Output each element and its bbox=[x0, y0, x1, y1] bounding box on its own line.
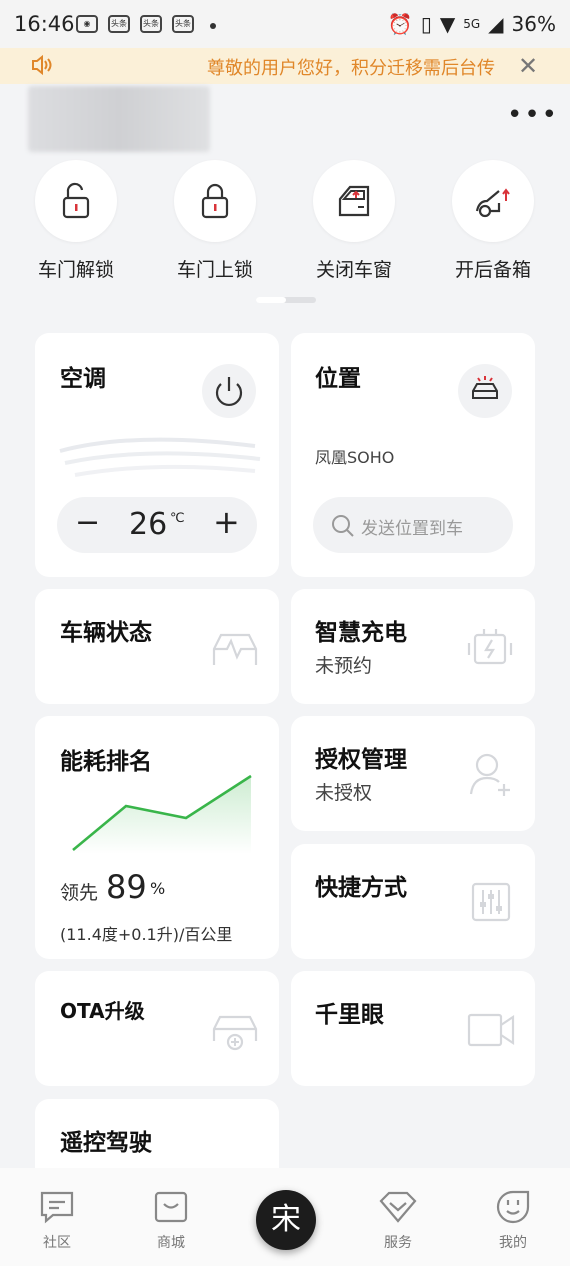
car-alert-icon bbox=[472, 376, 498, 399]
charger-icon bbox=[467, 629, 513, 665]
energy-ranking-title: 能耗排名 bbox=[60, 749, 152, 775]
banner-text: 尊敬的用户您好，积分迁移需后台传 bbox=[207, 58, 495, 79]
notification-icon: 头条 bbox=[108, 15, 130, 33]
energy-ranking-card[interactable]: 能耗排名 领先 89 % (11.4度+0.1升)/百公里 bbox=[35, 716, 279, 959]
close-window-label: 关闭车窗 bbox=[315, 259, 392, 281]
shortcut-title: 快捷方式 bbox=[315, 875, 407, 901]
nav-mall-label: 商城 bbox=[157, 1235, 185, 1251]
open-trunk-label: 开后备箱 bbox=[454, 259, 531, 281]
find-car-button[interactable] bbox=[458, 364, 512, 418]
nav-community-label: 社区 bbox=[43, 1235, 71, 1251]
shop-icon bbox=[154, 1191, 188, 1223]
notice-banner[interactable]: 尊敬的用户您好，积分迁移需后台传 ✕ bbox=[0, 48, 570, 84]
notification-icon: 头条 bbox=[140, 15, 162, 33]
ota-title: OTA升级 bbox=[60, 999, 145, 1023]
signal-icon: ◢ bbox=[488, 12, 504, 36]
user-name-blurred bbox=[28, 86, 210, 152]
shortcut-card[interactable]: 快捷方式 bbox=[291, 844, 535, 959]
nav-mine-label: 我的 bbox=[499, 1235, 527, 1251]
status-time: 16:46 bbox=[14, 12, 75, 36]
diamond-icon bbox=[379, 1191, 417, 1223]
search-icon bbox=[332, 515, 354, 537]
unlock-door-label: 车门解锁 bbox=[37, 259, 114, 281]
lead-value: 89 bbox=[106, 868, 147, 906]
authorization-status: 未授权 bbox=[315, 782, 373, 804]
temp-increase-button[interactable]: + bbox=[213, 503, 240, 541]
vehicle-status-card[interactable]: 车辆状态 bbox=[35, 589, 279, 704]
network-type: 5G bbox=[463, 17, 481, 31]
speaker-icon bbox=[32, 54, 52, 76]
temp-unit: ℃ bbox=[170, 511, 185, 526]
authorization-card[interactable]: 授权管理 未授权 bbox=[291, 716, 535, 831]
nav-community[interactable]: 社区 bbox=[17, 1190, 97, 1252]
lead-label: 领先 bbox=[60, 882, 99, 904]
authorization-title: 授权管理 bbox=[315, 747, 407, 773]
ac-power-button[interactable] bbox=[202, 364, 256, 418]
close-window-button[interactable] bbox=[313, 160, 395, 242]
unlock-icon bbox=[62, 182, 90, 219]
car-window-icon bbox=[338, 185, 370, 217]
close-icon[interactable]: ✕ bbox=[518, 52, 538, 80]
temperature-control: − 26 ℃ + bbox=[57, 497, 257, 553]
ota-upgrade-card[interactable]: OTA升级 bbox=[35, 971, 279, 1086]
smart-charge-status: 未预约 bbox=[315, 655, 373, 677]
camera-icon bbox=[467, 1013, 515, 1047]
smart-charge-title: 智慧充电 bbox=[315, 620, 407, 646]
remote-driving-title: 遥控驾驶 bbox=[60, 1130, 152, 1156]
page-indicator bbox=[256, 297, 316, 303]
add-user-icon bbox=[469, 753, 510, 796]
power-icon bbox=[215, 377, 243, 406]
wifi-icon: ▼ bbox=[439, 12, 456, 36]
remote-camera-title: 千里眼 bbox=[315, 1002, 384, 1028]
temp-value: 26 bbox=[129, 507, 168, 542]
send-location-placeholder: 发送位置到车 bbox=[361, 519, 463, 539]
battery-level: 36% bbox=[511, 12, 556, 36]
car-status-icon bbox=[212, 633, 258, 665]
unlock-door-button[interactable] bbox=[35, 160, 117, 242]
notification-icon: 头条 bbox=[172, 15, 194, 33]
temp-decrease-button[interactable]: − bbox=[75, 505, 100, 540]
vibrate-icon: ▯ bbox=[420, 12, 432, 36]
status-bar: 16:46 ◉ 头条 头条 头条 ⏰ ▯ ▼ 5G ◢ 36% bbox=[0, 0, 570, 48]
lock-door-label: 车门上锁 bbox=[176, 259, 253, 281]
vehicle-status-title: 车辆状态 bbox=[60, 620, 152, 646]
lock-icon bbox=[201, 183, 229, 219]
nav-mall[interactable]: 商城 bbox=[131, 1190, 211, 1252]
car-upgrade-icon bbox=[212, 1015, 258, 1051]
sliders-icon bbox=[471, 882, 511, 922]
ac-title: 空调 bbox=[60, 366, 106, 392]
airflow-decoration bbox=[59, 437, 261, 477]
status-right: ⏰ ▯ ▼ 5G ◢ 36% bbox=[388, 12, 556, 36]
baidu-notification-icon: ◉ bbox=[76, 15, 98, 33]
location-title: 位置 bbox=[315, 366, 361, 392]
location-card[interactable]: 位置 凤凰SOHO 发送位置到车 bbox=[291, 333, 535, 577]
chat-icon bbox=[40, 1191, 74, 1224]
alarm-icon: ⏰ bbox=[387, 12, 413, 36]
location-place: 凤凰SOHO bbox=[315, 448, 395, 467]
energy-detail: (11.4度+0.1升)/百公里 bbox=[60, 925, 233, 944]
remote-camera-card[interactable]: 千里眼 bbox=[291, 971, 535, 1086]
nav-home-center-button[interactable]: 宋 bbox=[256, 1190, 316, 1250]
ac-card[interactable]: 空调 − 26 ℃ + bbox=[35, 333, 279, 577]
lock-door-button[interactable] bbox=[174, 160, 256, 242]
nav-service[interactable]: 服务 bbox=[358, 1190, 438, 1252]
nav-mine[interactable]: 我的 bbox=[473, 1190, 553, 1252]
send-location-input[interactable]: 发送位置到车 bbox=[313, 497, 513, 553]
more-options-icon[interactable]: ••• bbox=[507, 100, 559, 130]
energy-trend-chart bbox=[72, 774, 252, 854]
nav-service-label: 服务 bbox=[384, 1235, 412, 1251]
smart-charge-card[interactable]: 智慧充电 未预约 bbox=[291, 589, 535, 704]
trunk-icon bbox=[475, 188, 510, 218]
lead-unit: % bbox=[150, 879, 166, 898]
profile-icon bbox=[496, 1190, 530, 1224]
open-trunk-button[interactable] bbox=[452, 160, 534, 242]
more-notifications-dot bbox=[210, 23, 216, 29]
